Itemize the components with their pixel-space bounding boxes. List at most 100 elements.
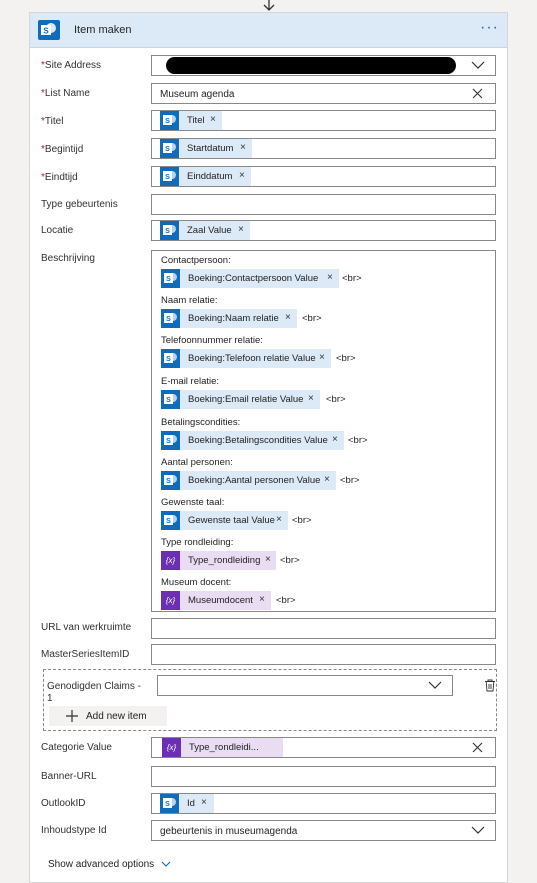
- desc-line: Gewenste taal:: [161, 497, 225, 508]
- svg-text:S: S: [166, 518, 171, 525]
- list-name-field[interactable]: Museum agenda: [151, 83, 496, 104]
- flow-arrow-icon: [263, 0, 275, 11]
- br-tag: <br>: [276, 595, 296, 606]
- svg-text:S: S: [166, 397, 171, 404]
- desc-token: S Gewenste taal Value ×: [161, 511, 288, 530]
- desc-token: S Boeking:Betalingscondities Value ×: [161, 431, 344, 450]
- inhoudstype-label: Inhoudstype Id: [41, 825, 107, 836]
- sharepoint-icon: S: [161, 349, 180, 368]
- desc-token: S Boeking:Contactpersoon Value ×: [161, 269, 339, 288]
- remove-token-icon[interactable]: ×: [285, 312, 291, 323]
- begintijd-label: *Begintijd: [41, 144, 84, 155]
- sharepoint-icon: S: [160, 111, 179, 130]
- desc-var-token: {x} Museumdocent ×: [161, 591, 271, 610]
- svg-text:S: S: [165, 118, 170, 125]
- redacted-value: [166, 57, 456, 74]
- remove-token-icon[interactable]: ×: [276, 514, 282, 525]
- categorie-field[interactable]: {x} Type_rondleidi...: [151, 737, 496, 758]
- br-tag: <br>: [302, 313, 322, 324]
- show-advanced-options-button[interactable]: Show advanced options: [48, 859, 171, 870]
- sharepoint-icon: S: [160, 139, 179, 158]
- remove-token-icon[interactable]: ×: [332, 434, 338, 445]
- remove-token-icon[interactable]: ×: [324, 474, 330, 485]
- clear-icon[interactable]: [472, 88, 483, 99]
- sharepoint-icon: S: [160, 794, 179, 813]
- svg-text:S: S: [165, 174, 170, 181]
- site-address-label: *Site Address: [41, 60, 102, 71]
- desc-token: S Boeking:Email relatie Value ×: [161, 390, 320, 409]
- remove-token-icon[interactable]: ×: [201, 797, 207, 808]
- url-werkruimte-label: URL van werkruimte: [41, 622, 132, 633]
- br-tag: <br>: [342, 273, 362, 284]
- categorie-label: Categorie Value: [41, 742, 112, 753]
- remove-token-icon[interactable]: ×: [259, 594, 265, 605]
- locatie-token: S Zaal Value ×: [160, 221, 250, 240]
- sharepoint-icon: S: [38, 20, 60, 40]
- remove-token-icon[interactable]: ×: [308, 393, 314, 404]
- remove-token-icon[interactable]: ×: [210, 114, 216, 125]
- svg-text:S: S: [43, 27, 49, 36]
- br-tag: <br>: [326, 394, 346, 405]
- master-series-field[interactable]: [151, 644, 496, 665]
- remove-token-icon[interactable]: ×: [265, 554, 271, 565]
- desc-line: Naam relatie:: [161, 295, 218, 306]
- site-address-dropdown[interactable]: [151, 55, 496, 76]
- beschrijving-editor[interactable]: Contactpersoon: S Boeking:Contactpersoon…: [151, 250, 496, 612]
- begintijd-field[interactable]: S Startdatum ×: [151, 138, 496, 159]
- categorie-var-token: {x} Type_rondleidi...: [162, 738, 283, 757]
- outlookid-field[interactable]: S Id ×: [151, 793, 496, 814]
- beschrijving-label: Beschrijving: [41, 253, 95, 264]
- variable-icon: {x}: [162, 738, 181, 757]
- desc-line: Contactpersoon:: [161, 255, 231, 266]
- remove-token-icon[interactable]: ×: [240, 142, 246, 153]
- outlookid-label: OutlookID: [41, 798, 86, 809]
- br-tag: <br>: [280, 555, 300, 566]
- url-werkruimte-field[interactable]: [151, 618, 496, 639]
- claims-dropdown[interactable]: [157, 675, 453, 696]
- remove-token-icon[interactable]: ×: [327, 272, 333, 283]
- begintijd-token: S Startdatum ×: [160, 139, 252, 158]
- locatie-field[interactable]: S Zaal Value ×: [151, 220, 496, 241]
- br-tag: <br>: [336, 353, 356, 364]
- remove-token-icon[interactable]: ×: [238, 224, 244, 235]
- sharepoint-icon: S: [160, 221, 179, 240]
- remove-token-icon[interactable]: ×: [319, 352, 325, 363]
- more-options-icon[interactable]: ···: [480, 19, 499, 37]
- sharepoint-icon: S: [160, 167, 179, 186]
- inhoudstype-dropdown[interactable]: gebeurtenis in museumagenda: [151, 820, 496, 841]
- master-series-label: MasterSeriesItemID: [41, 649, 130, 660]
- chevron-down-icon: [471, 61, 485, 69]
- eindtijd-field[interactable]: S Einddatum ×: [151, 166, 496, 187]
- titel-label: *Titel: [41, 116, 64, 127]
- clear-icon[interactable]: [472, 742, 483, 753]
- sharepoint-icon: S: [161, 431, 180, 450]
- desc-line: Aantal personen:: [161, 457, 233, 468]
- type-gebeurtenis-field[interactable]: [151, 194, 496, 215]
- svg-text:S: S: [166, 478, 171, 485]
- br-tag: <br>: [348, 435, 368, 446]
- svg-text:S: S: [166, 276, 171, 283]
- sharepoint-icon: S: [161, 309, 180, 328]
- card-header[interactable]: S Item maken ···: [30, 13, 507, 48]
- sharepoint-icon: S: [161, 511, 180, 530]
- variable-icon: {x}: [161, 591, 180, 610]
- desc-token: S Boeking:Naam relatie ×: [161, 309, 297, 328]
- remove-token-icon[interactable]: ×: [239, 170, 245, 181]
- desc-var-token: {x} Type_rondleiding ×: [161, 551, 276, 570]
- action-card: S Item maken ··· *Site Address *List Nam…: [29, 12, 508, 883]
- br-tag: <br>: [292, 515, 312, 526]
- titel-token: S Titel ×: [160, 111, 222, 130]
- titel-field[interactable]: S Titel ×: [151, 110, 496, 131]
- add-new-item-button[interactable]: Add new item: [49, 706, 167, 726]
- locatie-label: Locatie: [41, 225, 74, 236]
- banner-url-field[interactable]: [151, 766, 496, 787]
- desc-line: Telefoonnummer relatie:: [161, 335, 263, 346]
- genodigden-claims-section: Genodigden Claims - 1 Add new item: [43, 669, 497, 731]
- chevron-down-icon: [428, 681, 442, 689]
- list-name-value: Museum agenda: [160, 89, 235, 100]
- card-title: Item maken: [74, 24, 132, 36]
- svg-text:S: S: [166, 356, 171, 363]
- delete-icon[interactable]: [484, 679, 496, 692]
- desc-token: S Boeking:Telefoon relatie Value ×: [161, 349, 331, 368]
- eindtijd-token: S Einddatum ×: [160, 167, 251, 186]
